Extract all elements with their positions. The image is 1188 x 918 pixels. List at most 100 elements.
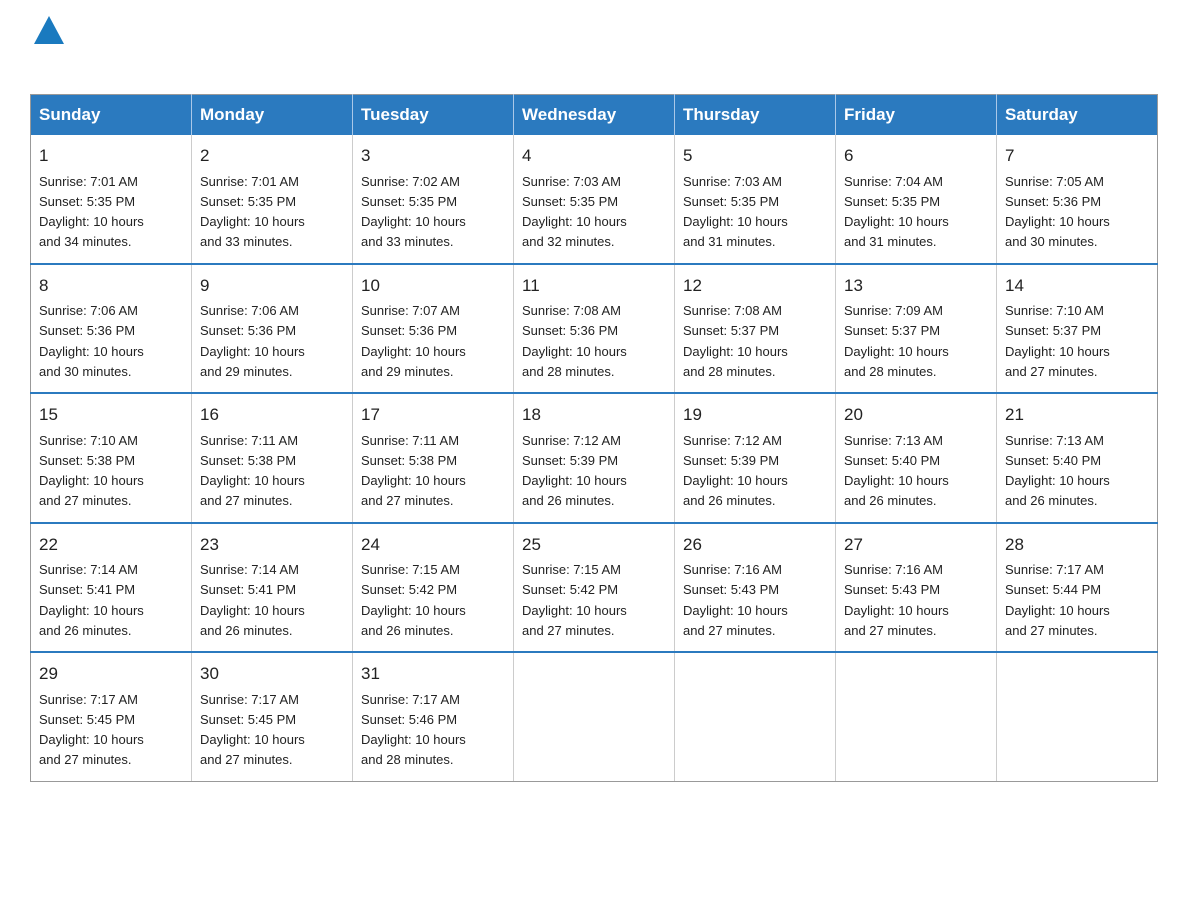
calendar-cell: 7 Sunrise: 7:05 AM Sunset: 5:36 PM Dayli… (997, 135, 1158, 264)
calendar-cell: 3 Sunrise: 7:02 AM Sunset: 5:35 PM Dayli… (353, 135, 514, 264)
day-info: Sunrise: 7:02 AM Sunset: 5:35 PM Dayligh… (361, 174, 466, 250)
calendar-week-row: 22 Sunrise: 7:14 AM Sunset: 5:41 PM Dayl… (31, 523, 1158, 653)
calendar-cell: 9 Sunrise: 7:06 AM Sunset: 5:36 PM Dayli… (192, 264, 353, 394)
day-info: Sunrise: 7:06 AM Sunset: 5:36 PM Dayligh… (200, 303, 305, 379)
page-header (30, 20, 1158, 76)
day-number: 24 (361, 532, 505, 558)
day-number: 19 (683, 402, 827, 428)
day-info: Sunrise: 7:01 AM Sunset: 5:35 PM Dayligh… (39, 174, 144, 250)
calendar-week-row: 15 Sunrise: 7:10 AM Sunset: 5:38 PM Dayl… (31, 393, 1158, 523)
calendar-table: SundayMondayTuesdayWednesdayThursdayFrid… (30, 94, 1158, 782)
day-number: 4 (522, 143, 666, 169)
day-info: Sunrise: 7:10 AM Sunset: 5:37 PM Dayligh… (1005, 303, 1110, 379)
day-info: Sunrise: 7:08 AM Sunset: 5:36 PM Dayligh… (522, 303, 627, 379)
day-info: Sunrise: 7:13 AM Sunset: 5:40 PM Dayligh… (1005, 433, 1110, 509)
weekday-header-row: SundayMondayTuesdayWednesdayThursdayFrid… (31, 95, 1158, 136)
day-number: 21 (1005, 402, 1149, 428)
day-number: 7 (1005, 143, 1149, 169)
calendar-cell: 4 Sunrise: 7:03 AM Sunset: 5:35 PM Dayli… (514, 135, 675, 264)
calendar-cell: 28 Sunrise: 7:17 AM Sunset: 5:44 PM Dayl… (997, 523, 1158, 653)
day-number: 12 (683, 273, 827, 299)
day-info: Sunrise: 7:11 AM Sunset: 5:38 PM Dayligh… (200, 433, 305, 509)
weekday-header-monday: Monday (192, 95, 353, 136)
calendar-cell: 2 Sunrise: 7:01 AM Sunset: 5:35 PM Dayli… (192, 135, 353, 264)
day-number: 13 (844, 273, 988, 299)
calendar-cell (997, 652, 1158, 781)
day-info: Sunrise: 7:15 AM Sunset: 5:42 PM Dayligh… (361, 562, 466, 638)
day-number: 26 (683, 532, 827, 558)
weekday-header-saturday: Saturday (997, 95, 1158, 136)
day-number: 23 (200, 532, 344, 558)
calendar-cell: 19 Sunrise: 7:12 AM Sunset: 5:39 PM Dayl… (675, 393, 836, 523)
calendar-cell (675, 652, 836, 781)
day-info: Sunrise: 7:04 AM Sunset: 5:35 PM Dayligh… (844, 174, 949, 250)
calendar-cell: 24 Sunrise: 7:15 AM Sunset: 5:42 PM Dayl… (353, 523, 514, 653)
day-number: 11 (522, 273, 666, 299)
day-info: Sunrise: 7:06 AM Sunset: 5:36 PM Dayligh… (39, 303, 144, 379)
calendar-cell (836, 652, 997, 781)
weekday-header-tuesday: Tuesday (353, 95, 514, 136)
day-info: Sunrise: 7:13 AM Sunset: 5:40 PM Dayligh… (844, 433, 949, 509)
calendar-week-row: 8 Sunrise: 7:06 AM Sunset: 5:36 PM Dayli… (31, 264, 1158, 394)
logo (30, 20, 64, 76)
day-number: 31 (361, 661, 505, 687)
day-number: 14 (1005, 273, 1149, 299)
calendar-cell: 30 Sunrise: 7:17 AM Sunset: 5:45 PM Dayl… (192, 652, 353, 781)
day-info: Sunrise: 7:12 AM Sunset: 5:39 PM Dayligh… (683, 433, 788, 509)
calendar-week-row: 29 Sunrise: 7:17 AM Sunset: 5:45 PM Dayl… (31, 652, 1158, 781)
day-info: Sunrise: 7:03 AM Sunset: 5:35 PM Dayligh… (683, 174, 788, 250)
day-number: 30 (200, 661, 344, 687)
day-number: 8 (39, 273, 183, 299)
day-number: 6 (844, 143, 988, 169)
day-info: Sunrise: 7:14 AM Sunset: 5:41 PM Dayligh… (39, 562, 144, 638)
day-number: 3 (361, 143, 505, 169)
day-number: 9 (200, 273, 344, 299)
calendar-cell: 31 Sunrise: 7:17 AM Sunset: 5:46 PM Dayl… (353, 652, 514, 781)
day-info: Sunrise: 7:15 AM Sunset: 5:42 PM Dayligh… (522, 562, 627, 638)
calendar-cell: 17 Sunrise: 7:11 AM Sunset: 5:38 PM Dayl… (353, 393, 514, 523)
day-number: 16 (200, 402, 344, 428)
day-number: 2 (200, 143, 344, 169)
calendar-cell: 14 Sunrise: 7:10 AM Sunset: 5:37 PM Dayl… (997, 264, 1158, 394)
calendar-cell: 21 Sunrise: 7:13 AM Sunset: 5:40 PM Dayl… (997, 393, 1158, 523)
day-info: Sunrise: 7:17 AM Sunset: 5:46 PM Dayligh… (361, 692, 466, 768)
day-info: Sunrise: 7:03 AM Sunset: 5:35 PM Dayligh… (522, 174, 627, 250)
calendar-cell: 20 Sunrise: 7:13 AM Sunset: 5:40 PM Dayl… (836, 393, 997, 523)
calendar-cell: 18 Sunrise: 7:12 AM Sunset: 5:39 PM Dayl… (514, 393, 675, 523)
day-info: Sunrise: 7:08 AM Sunset: 5:37 PM Dayligh… (683, 303, 788, 379)
weekday-header-sunday: Sunday (31, 95, 192, 136)
calendar-cell: 15 Sunrise: 7:10 AM Sunset: 5:38 PM Dayl… (31, 393, 192, 523)
weekday-header-thursday: Thursday (675, 95, 836, 136)
calendar-cell: 22 Sunrise: 7:14 AM Sunset: 5:41 PM Dayl… (31, 523, 192, 653)
day-number: 5 (683, 143, 827, 169)
day-number: 15 (39, 402, 183, 428)
calendar-cell: 26 Sunrise: 7:16 AM Sunset: 5:43 PM Dayl… (675, 523, 836, 653)
day-info: Sunrise: 7:16 AM Sunset: 5:43 PM Dayligh… (683, 562, 788, 638)
day-number: 17 (361, 402, 505, 428)
day-number: 25 (522, 532, 666, 558)
day-number: 29 (39, 661, 183, 687)
calendar-cell: 8 Sunrise: 7:06 AM Sunset: 5:36 PM Dayli… (31, 264, 192, 394)
day-info: Sunrise: 7:09 AM Sunset: 5:37 PM Dayligh… (844, 303, 949, 379)
day-info: Sunrise: 7:01 AM Sunset: 5:35 PM Dayligh… (200, 174, 305, 250)
calendar-cell: 29 Sunrise: 7:17 AM Sunset: 5:45 PM Dayl… (31, 652, 192, 781)
calendar-cell: 6 Sunrise: 7:04 AM Sunset: 5:35 PM Dayli… (836, 135, 997, 264)
calendar-cell: 1 Sunrise: 7:01 AM Sunset: 5:35 PM Dayli… (31, 135, 192, 264)
calendar-week-row: 1 Sunrise: 7:01 AM Sunset: 5:35 PM Dayli… (31, 135, 1158, 264)
weekday-header-friday: Friday (836, 95, 997, 136)
calendar-cell: 5 Sunrise: 7:03 AM Sunset: 5:35 PM Dayli… (675, 135, 836, 264)
calendar-cell: 10 Sunrise: 7:07 AM Sunset: 5:36 PM Dayl… (353, 264, 514, 394)
day-info: Sunrise: 7:16 AM Sunset: 5:43 PM Dayligh… (844, 562, 949, 638)
calendar-cell: 12 Sunrise: 7:08 AM Sunset: 5:37 PM Dayl… (675, 264, 836, 394)
calendar-cell: 25 Sunrise: 7:15 AM Sunset: 5:42 PM Dayl… (514, 523, 675, 653)
day-number: 1 (39, 143, 183, 169)
day-number: 18 (522, 402, 666, 428)
calendar-cell (514, 652, 675, 781)
calendar-cell: 23 Sunrise: 7:14 AM Sunset: 5:41 PM Dayl… (192, 523, 353, 653)
day-info: Sunrise: 7:05 AM Sunset: 5:36 PM Dayligh… (1005, 174, 1110, 250)
weekday-header-wednesday: Wednesday (514, 95, 675, 136)
calendar-cell: 16 Sunrise: 7:11 AM Sunset: 5:38 PM Dayl… (192, 393, 353, 523)
day-number: 20 (844, 402, 988, 428)
calendar-cell: 13 Sunrise: 7:09 AM Sunset: 5:37 PM Dayl… (836, 264, 997, 394)
day-info: Sunrise: 7:14 AM Sunset: 5:41 PM Dayligh… (200, 562, 305, 638)
